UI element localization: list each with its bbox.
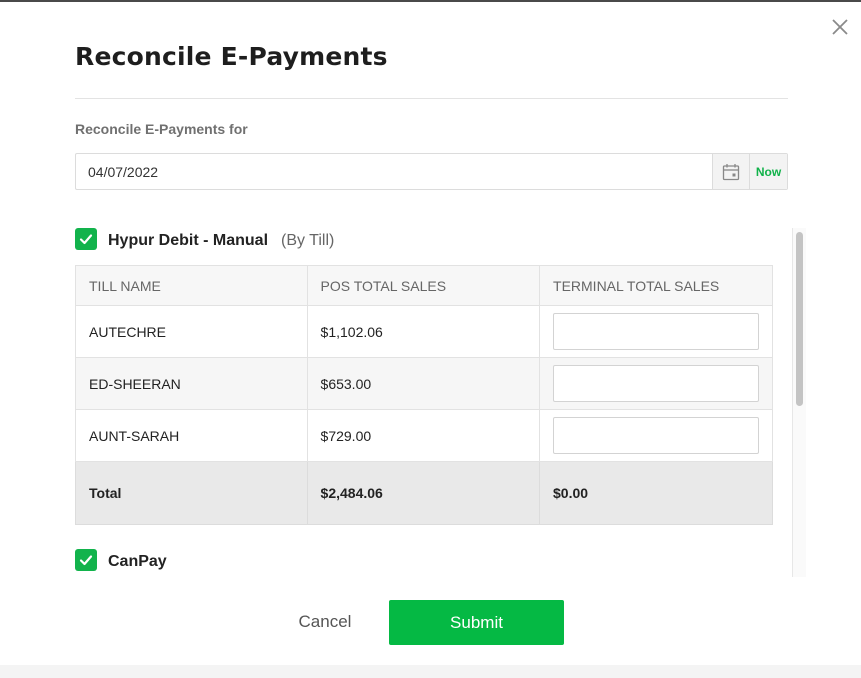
submit-button[interactable]: Submit xyxy=(389,600,564,645)
column-header-pos-total: POS TOTAL SALES xyxy=(306,265,541,306)
terminal-total-cell xyxy=(539,305,773,358)
scrollbar-thumb[interactable] xyxy=(796,232,803,406)
terminal-total-input[interactable] xyxy=(553,365,760,402)
till-name-cell: ED-SHEERAN xyxy=(75,357,308,410)
terminal-total-cell xyxy=(539,357,773,410)
pos-total-cell: $1,102.06 xyxy=(306,305,541,358)
scrollbar[interactable] xyxy=(792,228,806,577)
terminal-total-input[interactable] xyxy=(553,417,760,454)
pos-total-cell: $653.00 xyxy=(306,357,541,410)
section-subtitle: (By Till) xyxy=(281,232,335,249)
till-name-cell: AUNT-SARAH xyxy=(75,409,308,462)
table-total-row: Total $2,484.06 $0.00 xyxy=(75,461,773,525)
pos-total-cell: $729.00 xyxy=(306,409,541,462)
hypur-debit-checkbox[interactable] xyxy=(75,228,97,250)
till-name-cell: AUTECHRE xyxy=(75,305,308,358)
total-label-cell: Total xyxy=(75,461,308,525)
terminal-total-cell xyxy=(539,409,773,462)
table-row: AUNT-SARAH $729.00 xyxy=(75,409,773,462)
close-icon[interactable] xyxy=(829,16,851,38)
now-button[interactable]: Now xyxy=(749,154,787,189)
title-divider xyxy=(75,98,788,99)
date-field-label: Reconcile E-Payments for xyxy=(75,121,248,137)
checkmark-icon xyxy=(79,234,93,245)
calendar-button[interactable] xyxy=(712,154,749,189)
calendar-icon xyxy=(722,163,740,180)
terminal-total-input[interactable] xyxy=(553,313,760,350)
payments-scroll-area[interactable]: Hypur Debit - Manual (By Till) TILL NAME… xyxy=(75,204,807,577)
section-title: Hypur Debit - Manual xyxy=(108,232,269,249)
table-header-row: TILL NAME POS TOTAL SALES TERMINAL TOTAL… xyxy=(75,265,773,306)
column-header-terminal-total: TERMINAL TOTAL SALES xyxy=(539,265,773,306)
column-header-till-name: TILL NAME xyxy=(75,265,308,306)
dialog-title: Reconcile E-Payments xyxy=(75,42,388,71)
checkmark-icon xyxy=(79,555,93,566)
reconcile-dialog: Reconcile E-Payments Reconcile E-Payment… xyxy=(0,2,861,665)
till-sales-table: TILL NAME POS TOTAL SALES TERMINAL TOTAL… xyxy=(75,265,773,525)
cancel-button[interactable]: Cancel xyxy=(275,600,375,644)
section-title: CanPay xyxy=(108,553,167,570)
total-pos-cell: $2,484.06 xyxy=(306,461,541,525)
total-terminal-cell: $0.00 xyxy=(539,461,773,525)
canpay-checkbox[interactable] xyxy=(75,549,97,571)
date-input[interactable] xyxy=(76,154,712,189)
date-picker: Now xyxy=(75,153,788,190)
table-row: ED-SHEERAN $653.00 xyxy=(75,357,773,410)
table-row: AUTECHRE $1,102.06 xyxy=(75,305,773,358)
